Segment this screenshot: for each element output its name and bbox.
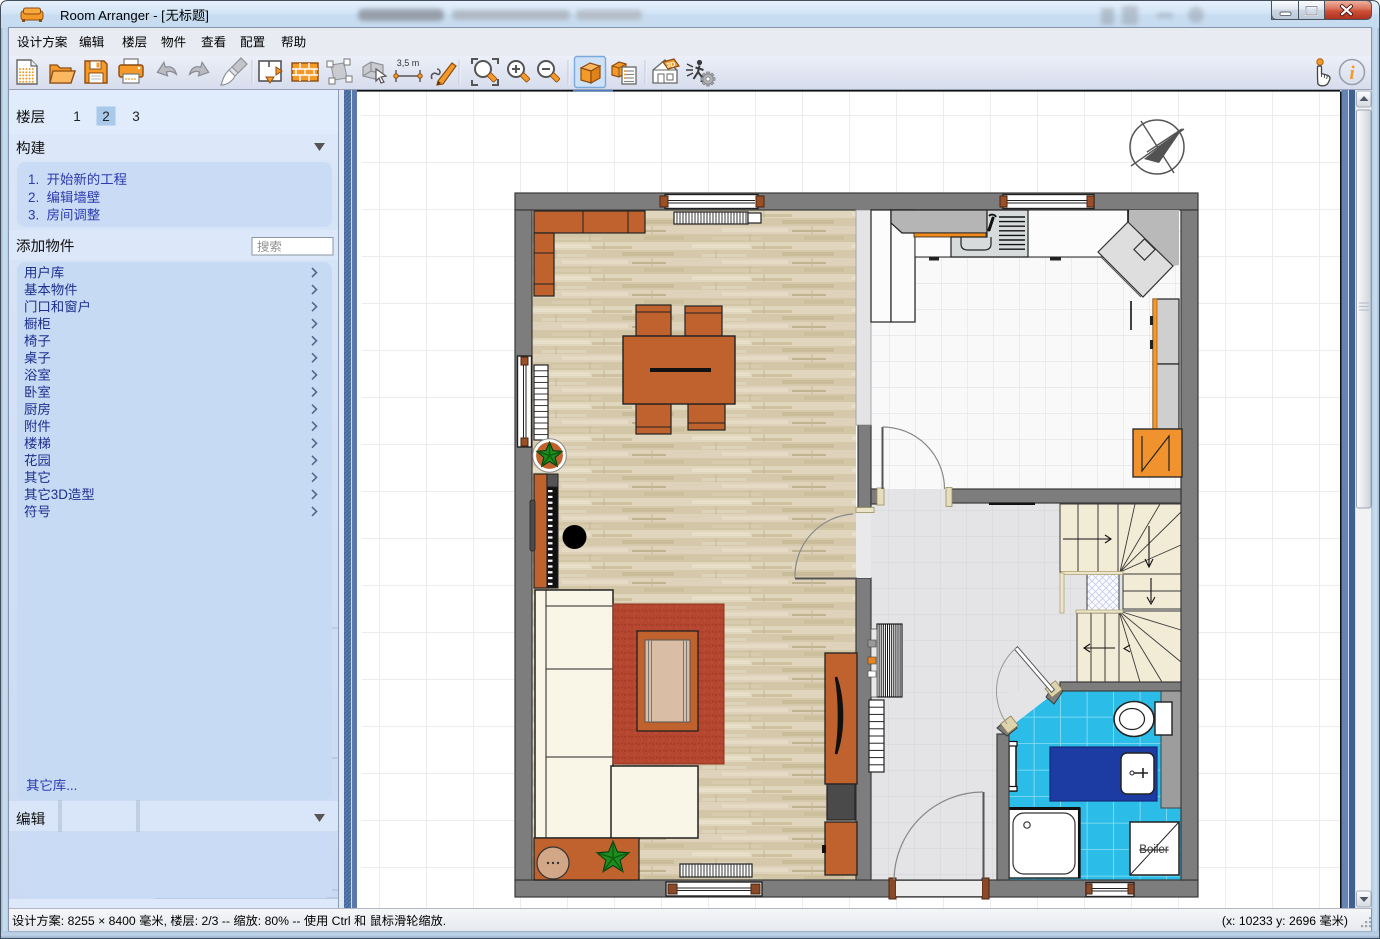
svg-text:3.: 3.: [28, 208, 47, 223]
svg-text:): ): [1344, 914, 1348, 928]
svg-text:3: 3: [132, 109, 140, 124]
svg-text:Ctrl: Ctrl: [328, 914, 354, 928]
svg-text:: 8255 × 8400: : 8255 × 8400: [61, 914, 139, 928]
svg-text:2.: 2.: [28, 190, 47, 205]
svg-text:...: ...: [66, 778, 77, 793]
svg-text:: 80% --: : 80% --: [258, 914, 304, 928]
svg-text:2: 2: [102, 109, 110, 124]
svg-text:3D: 3D: [51, 487, 68, 502]
svg-text:,: ,: [164, 914, 171, 928]
svg-text:Room Arranger - [: Room Arranger - [: [60, 8, 165, 23]
svg-text:(x: 10233 y: 2696: (x: 10233 y: 2696: [1222, 914, 1320, 928]
svg-text:.: .: [443, 914, 446, 928]
svg-text:1.: 1.: [28, 172, 47, 187]
svg-text:1: 1: [73, 109, 81, 124]
svg-text:Boiler: Boiler: [1139, 844, 1169, 856]
svg-text:]: ]: [205, 8, 209, 23]
svg-text:: 2/3 --: : 2/3 --: [195, 914, 234, 928]
svg-text:i: i: [1349, 63, 1355, 84]
svg-text:3,5 m: 3,5 m: [397, 58, 420, 68]
